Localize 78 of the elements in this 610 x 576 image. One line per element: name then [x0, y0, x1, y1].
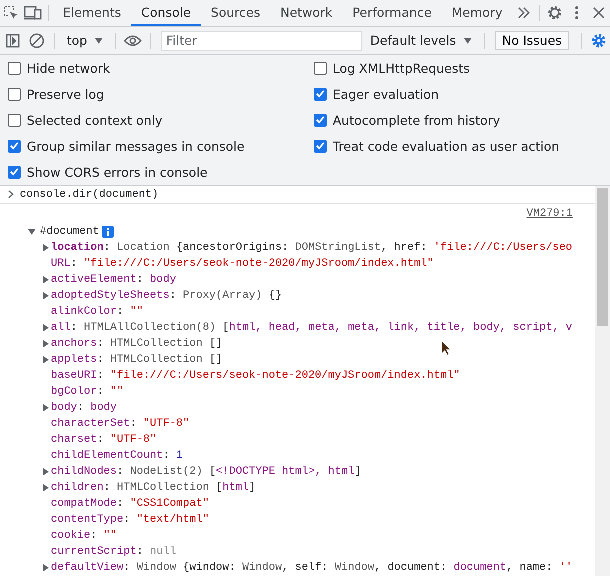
property-line: childNodes: NodeList(2) [<!DOCTYPE html>, html] [51, 466, 362, 478]
collapse-triangle-icon[interactable] [26, 228, 37, 236]
dropdown-caret-icon [464, 38, 472, 44]
property-line: childElementCount: 1 [51, 450, 184, 462]
property-line: alinkColor: "" [51, 306, 144, 318]
property-line: activeElement: body [51, 274, 176, 286]
checkbox-label: Group similar messages in console [27, 138, 245, 154]
checkbox-label: Treat code evaluation as user action [333, 138, 560, 154]
prompt-chevron-icon [8, 190, 14, 199]
expand-triangle-icon[interactable] [42, 292, 50, 300]
checkbox-label: Log XMLHttpRequests [333, 60, 470, 76]
checkbox-label: Eager evaluation [333, 86, 440, 102]
property-line: body: body [51, 402, 118, 414]
checkbox-label: Preserve log [27, 86, 104, 102]
property-line: contentType: "text/html" [51, 514, 210, 526]
panel-tab[interactable]: Performance [342, 0, 442, 26]
property-line: location: Location {ancestorOrigins: DOMStringList, href: 'file:///C:/Users/seo [51, 242, 573, 254]
context-dropdown[interactable]: top [60, 33, 110, 48]
eye-icon[interactable] [124, 34, 142, 46]
checkbox[interactable] [314, 62, 327, 74]
property-line: cookie: "" [51, 530, 118, 542]
scrollbar-thumb[interactable] [597, 188, 608, 326]
more-options-icon[interactable] [574, 6, 579, 20]
property-line: baseURI: "file:///C:/Users/seok-note-2020/myJSroom/index.html" [51, 370, 460, 382]
panel-tab[interactable]: Memory [442, 0, 513, 26]
panel-tab[interactable]: Elements [53, 0, 132, 26]
device-toolbar-icon[interactable] [24, 5, 42, 21]
property-line: charset: "UTF-8" [51, 434, 157, 446]
clear-console-icon[interactable] [28, 32, 45, 48]
expand-triangle-icon[interactable] [42, 484, 50, 492]
source-link[interactable]: VM279:1 [526, 208, 573, 220]
checkbox[interactable] [314, 114, 327, 126]
panel-tab[interactable]: Network [270, 0, 343, 26]
expand-triangle-icon[interactable] [42, 564, 50, 572]
issues-button[interactable]: No Issues [495, 31, 570, 50]
info-badge-icon [102, 226, 114, 238]
checkbox[interactable] [314, 88, 327, 100]
expand-triangle-icon[interactable] [42, 468, 50, 476]
checkbox-label: Show CORS errors in console [27, 164, 208, 180]
property-line: bgColor: "" [51, 386, 124, 398]
property-line: applets: HTMLCollection [] [51, 354, 223, 366]
expand-triangle-icon[interactable] [42, 404, 50, 412]
filter-field[interactable]: Filter [161, 30, 362, 50]
checkbox-label: Hide network [27, 60, 110, 76]
checkbox[interactable] [8, 62, 21, 74]
log-levels-dropdown[interactable]: Default levels [364, 33, 478, 48]
checkbox-label: Autocomplete from history [333, 112, 500, 128]
property-line: children: HTMLCollection [html] [51, 482, 256, 494]
object-label: #document [40, 226, 100, 238]
checkbox-label: Selected context only [27, 112, 163, 128]
expand-triangle-icon[interactable] [42, 324, 50, 332]
close-icon[interactable] [592, 7, 605, 19]
double-chevron-icon[interactable] [516, 7, 531, 19]
panel-tab[interactable]: Sources [201, 0, 270, 26]
inspect-element-icon[interactable] [3, 5, 20, 21]
expand-triangle-icon[interactable] [42, 276, 50, 284]
mouse-pointer-icon [441, 340, 452, 356]
dropdown-caret-icon [95, 38, 104, 44]
settings-icon[interactable] [591, 32, 608, 48]
checkbox[interactable] [8, 114, 21, 126]
expand-triangle-icon[interactable] [42, 356, 50, 364]
property-line: adoptedStyleSheets: Proxy(Array) {} [51, 290, 282, 302]
settings-icon[interactable] [546, 5, 563, 21]
property-line: currentScript: null [51, 546, 176, 558]
property-line: all: HTMLAllCollection(8) [html, head, meta, meta, link, title, body, script, v [51, 322, 573, 334]
expand-triangle-icon[interactable] [42, 340, 50, 348]
checkbox[interactable] [8, 140, 21, 152]
checkbox[interactable] [314, 140, 327, 152]
sidebar-toggle-icon[interactable] [6, 34, 20, 48]
property-line: anchors: HTMLCollection [] [51, 338, 223, 350]
expand-triangle-icon[interactable] [42, 244, 50, 252]
property-line: URL: "file:///C:/Users/seok-note-2020/myJSroom/index.html" [51, 258, 434, 270]
checkbox[interactable] [8, 166, 21, 178]
property-line: compatMode: "CSS1Compat" [51, 498, 210, 510]
property-line: defaultView: Window {window: Window, self: Window, document: document, name: '' [51, 562, 573, 574]
checkbox[interactable] [8, 88, 21, 100]
property-line: characterSet: "UTF-8" [51, 418, 190, 430]
console-command: console.dir(document) [20, 188, 159, 200]
